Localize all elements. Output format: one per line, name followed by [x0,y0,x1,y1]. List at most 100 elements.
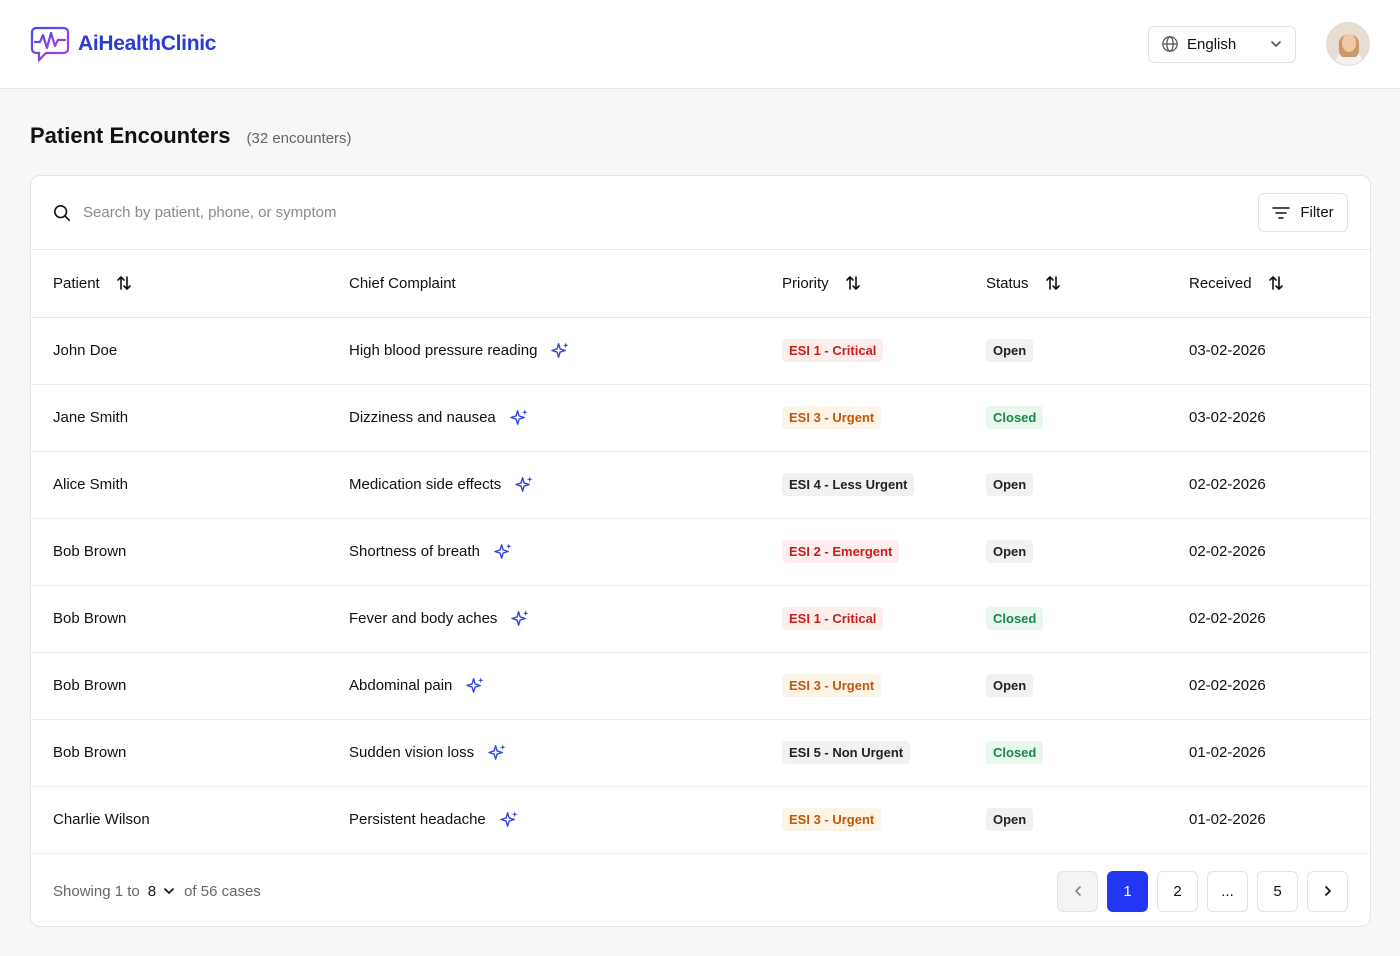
chief-complaint: Persistent headache [349,811,486,828]
status-cell: Closed [986,719,1189,787]
ai-sparkle-icon[interactable] [515,475,534,494]
page-heading: Patient Encounters (32 encounters) [0,89,1400,175]
column-header-received[interactable]: Received [1189,250,1370,318]
ai-sparkle-icon[interactable] [510,408,529,427]
showing-suffix: of 56 cases [184,882,261,900]
patient-name: Alice Smith [31,451,349,519]
chevron-left-icon [1074,886,1081,896]
table-row[interactable]: Bob Brown Abdominal pain ESI 3 - Urgent … [31,652,1370,720]
sort-icon[interactable] [1045,275,1061,291]
received-date: 03-02-2026 [1189,317,1370,385]
column-header-patient[interactable]: Patient [31,250,349,318]
chief-complaint: Dizziness and nausea [349,409,496,426]
column-header-complaint: Chief Complaint [349,250,782,318]
status-cell: Closed [986,585,1189,653]
chief-complaint-cell: High blood pressure reading [349,317,782,385]
column-header-status[interactable]: Status [986,250,1189,318]
table-row[interactable]: Jane Smith Dizziness and nausea ESI 3 - … [31,384,1370,452]
column-label: Patient [53,274,100,292]
showing-summary: Showing 1 to 8 of 56 cases [53,883,261,900]
encounters-table: Patient Chief Complaint Priority Status … [31,250,1370,854]
page-button-1[interactable]: 1 [1107,870,1148,912]
patient-name: Bob Brown [31,652,349,720]
chief-complaint: Shortness of breath [349,543,480,560]
chevron-right-icon [1324,886,1331,896]
ai-sparkle-icon[interactable] [466,676,485,695]
encounter-count: (32 encounters) [246,130,352,147]
patient-name: Charlie Wilson [31,786,349,854]
chief-complaint: High blood pressure reading [349,342,538,359]
ai-sparkle-icon[interactable] [488,743,507,762]
table-row[interactable]: Alice Smith Medication side effects ESI … [31,451,1370,519]
ai-sparkle-icon[interactable] [551,341,570,360]
page-button-5[interactable]: 5 [1257,870,1298,912]
showing-prefix: Showing 1 to [53,882,140,900]
priority-cell: ESI 3 - Urgent [782,652,986,720]
search-icon [53,204,71,221]
search-bar: Filter [31,176,1370,250]
received-date: 01-02-2026 [1189,786,1370,854]
priority-badge: ESI 5 - Non Urgent [782,741,911,764]
brand-name: AiHealthClinic [78,32,217,55]
patient-name: Bob Brown [31,585,349,653]
status-badge: Closed [986,741,1044,764]
sort-icon[interactable] [1268,275,1284,291]
chief-complaint: Abdominal pain [349,677,453,694]
table-row[interactable]: Bob Brown Shortness of breath ESI 2 - Em… [31,518,1370,586]
ai-sparkle-icon[interactable] [500,810,519,829]
status-cell: Open [986,786,1189,854]
chief-complaint: Sudden vision loss [349,744,475,761]
priority-badge: ESI 1 - Critical [782,607,884,630]
per-page-value: 8 [147,882,157,900]
next-page-button[interactable] [1307,870,1348,912]
sort-icon[interactable] [845,275,861,291]
status-cell: Open [986,451,1189,519]
ai-sparkle-icon[interactable] [494,542,513,561]
brand-logo-icon [30,26,70,63]
status-badge: Open [986,473,1034,496]
priority-cell: ESI 1 - Critical [782,317,986,385]
filter-button[interactable]: Filter [1258,193,1348,232]
language-select[interactable]: English [1148,25,1296,63]
chief-complaint-cell: Persistent headache [349,786,782,854]
table-row[interactable]: Bob Brown Sudden vision loss ESI 5 - Non… [31,719,1370,787]
page-ellipsis[interactable]: ... [1207,870,1248,912]
table-row[interactable]: John Doe High blood pressure reading ESI… [31,317,1370,385]
filter-label: Filter [1300,204,1334,221]
ai-sparkle-icon[interactable] [511,609,530,628]
chief-complaint-cell: Sudden vision loss [349,719,782,787]
column-label: Status [986,274,1029,292]
received-date: 02-02-2026 [1189,451,1370,519]
status-cell: Closed [986,384,1189,452]
page-button-2[interactable]: 2 [1157,870,1198,912]
priority-badge: ESI 1 - Critical [782,339,884,362]
search-input[interactable] [83,204,1258,221]
globe-icon [1162,36,1178,52]
table-body: John Doe High blood pressure reading ESI… [31,317,1370,854]
status-cell: Open [986,652,1189,720]
status-badge: Open [986,540,1034,563]
table-row[interactable]: Charlie Wilson Persistent headache ESI 3… [31,786,1370,854]
priority-badge: ESI 3 - Urgent [782,406,882,429]
app-header: AiHealthClinic English [0,0,1400,89]
chief-complaint-cell: Abdominal pain [349,652,782,720]
chevron-down-icon [1271,41,1281,47]
chief-complaint-cell: Dizziness and nausea [349,384,782,452]
column-label: Chief Complaint [349,274,456,292]
per-page-select[interactable]: 8 [148,883,176,900]
priority-badge: ESI 3 - Urgent [782,808,882,831]
page-title: Patient Encounters [30,123,231,148]
sort-icon[interactable] [116,275,132,291]
column-header-priority[interactable]: Priority [782,250,986,318]
filter-icon [1272,206,1291,219]
priority-badge: ESI 4 - Less Urgent [782,473,915,496]
table-row[interactable]: Bob Brown Fever and body aches ESI 1 - C… [31,585,1370,653]
chief-complaint-cell: Shortness of breath [349,518,782,586]
chief-complaint: Fever and body aches [349,610,498,627]
pagination: 1 2 ... 5 [1057,870,1348,912]
priority-cell: ESI 5 - Non Urgent [782,719,986,787]
patient-name: Jane Smith [31,384,349,452]
user-avatar[interactable] [1326,22,1370,66]
brand[interactable]: AiHealthClinic [30,25,216,63]
prev-page-button[interactable] [1057,870,1098,912]
